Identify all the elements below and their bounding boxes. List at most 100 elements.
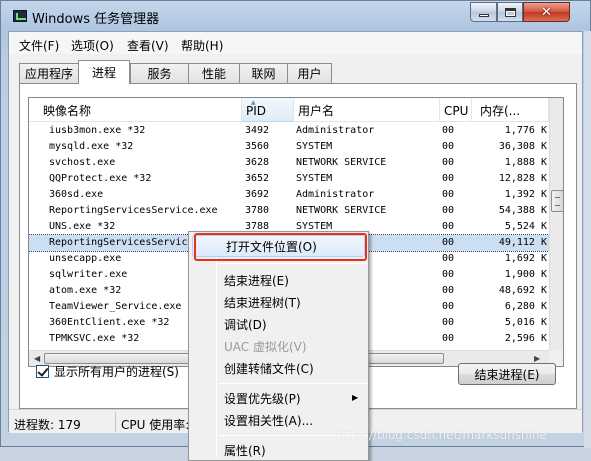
title-bar[interactable]: Windows 任务管理器 ✕: [1, 1, 591, 31]
process-user-cell: NETWORK SERVICE: [296, 157, 387, 168]
process-cpu-cell: 00: [442, 237, 455, 248]
process-cpu-cell: 00: [442, 253, 455, 264]
column-header-pid[interactable]: PID: [242, 98, 294, 122]
vertical-scrollbar[interactable]: [549, 98, 563, 350]
process-user-cell: Administrator: [296, 125, 375, 136]
task-manager-app-icon: [13, 10, 27, 22]
table-row[interactable]: mysqld.exe *32 3560 SYSTEM 00 36,308 K: [29, 139, 549, 155]
table-row[interactable]: iusb3mon.exe *32 3492 Administrator 00 1,776…: [29, 123, 549, 139]
show-all-users-label: 显示所有用户的进程(S): [54, 365, 179, 379]
process-cpu-cell: 00: [442, 269, 455, 280]
menu-bar: 文件(F) 选项(O) 查看(V) 帮助(H): [9, 32, 582, 54]
status-divider: [115, 412, 116, 432]
ctx-create-dump-file[interactable]: 创建转储文件(C): [224, 360, 314, 377]
process-pid-cell: 3692: [245, 189, 270, 200]
process-cpu-cell: 00: [442, 157, 455, 168]
scroll-left-icon[interactable]: ◀: [34, 354, 40, 363]
status-cpu-usage: CPU 使用率:: [121, 418, 190, 432]
process-memory-cell: 1,392 K: [504, 189, 547, 200]
table-row[interactable]: ReportingServicesService.exe 3780 NETWORK …: [29, 203, 549, 219]
process-user-cell: NETWORK SERVICE: [296, 205, 387, 216]
process-user-cell: SYSTEM: [296, 141, 333, 152]
process-name-cell: iusb3mon.exe *32: [49, 125, 146, 136]
menu-options[interactable]: 选项(O): [71, 37, 114, 54]
process-memory-cell: 54,388 K: [498, 205, 547, 216]
column-header-cpu[interactable]: CPU: [440, 98, 472, 122]
process-pid-cell: 3652: [245, 173, 270, 184]
scroll-right-icon[interactable]: ▶: [534, 354, 540, 363]
process-memory-cell: 48,692 K: [498, 285, 547, 296]
process-cpu-cell: 00: [442, 173, 455, 184]
context-menu-gutter: [216, 234, 217, 458]
process-pid-cell: 3492: [245, 125, 270, 136]
table-row[interactable]: 360sd.exe 3692 Administrator 00 1,392 K: [29, 187, 549, 203]
ctx-uac-virtualization: UAC 虚拟化(V): [224, 340, 307, 354]
ctx-set-priority[interactable]: 设置优先级(P): [224, 390, 301, 407]
end-process-button[interactable]: 结束进程(E): [458, 363, 556, 385]
background-window-edge: [584, 31, 591, 448]
sort-ascending-icon: ▲: [251, 99, 256, 106]
maximize-icon: [504, 7, 516, 17]
process-memory-cell: 1,900 K: [504, 269, 547, 280]
process-user-cell: Administrator: [296, 189, 375, 200]
close-icon: ✕: [541, 4, 552, 20]
table-row[interactable]: QQProtect.exe *32 3652 SYSTEM 00 12,828 K: [29, 171, 549, 187]
column-header-memory[interactable]: 内存(...: [472, 98, 549, 122]
column-header-pid-label: PID: [246, 104, 267, 118]
process-cpu-cell: 00: [442, 285, 455, 296]
process-memory-cell: 1,692 K: [504, 253, 547, 264]
ctx-end-process-tree[interactable]: 结束进程树(T): [224, 294, 301, 311]
process-name-cell: QQProtect.exe *32: [49, 173, 152, 184]
process-pid-cell: 3560: [245, 141, 270, 152]
context-menu: 打开文件位置(O) 结束进程(E) 结束进程树(T) 调试(D) UAC 虚拟化(V) 创…: [188, 231, 369, 461]
show-all-users-checkbox[interactable]: 显示所有用户的进程(S): [36, 363, 179, 380]
menu-separator: [219, 263, 367, 264]
menu-help[interactable]: 帮助(H): [181, 37, 223, 54]
process-cpu-cell: 00: [442, 205, 455, 216]
process-memory-cell: 1,776 K: [504, 125, 547, 136]
menu-file[interactable]: 文件(F): [19, 37, 59, 54]
process-name-cell: ReportingServicesService.exe: [49, 205, 218, 216]
column-header-user-name[interactable]: 用户名: [294, 98, 440, 122]
process-cpu-cell: 00: [442, 301, 455, 312]
menu-separator: [219, 383, 367, 384]
status-process-count: 进程数: 179: [14, 418, 81, 432]
ctx-properties[interactable]: 属性(R): [224, 442, 266, 459]
process-memory-cell: 1,888 K: [504, 157, 547, 168]
table-row[interactable]: svchost.exe 3628 NETWORK SERVICE 00 1,888 K: [29, 155, 549, 171]
process-user-cell: SYSTEM: [296, 173, 333, 184]
process-cpu-cell: 00: [442, 125, 455, 136]
process-name-cell: 360sd.exe: [49, 189, 104, 200]
process-memory-cell: 2,596 K: [504, 333, 547, 344]
process-memory-cell: 12,828 K: [498, 173, 547, 184]
minimize-icon: [478, 14, 489, 17]
vertical-scroll-thumb[interactable]: [551, 190, 563, 212]
tab-applications[interactable]: 应用程序: [19, 63, 79, 83]
minimize-button[interactable]: [470, 2, 497, 22]
column-header-image-name[interactable]: 映像名称: [29, 98, 242, 122]
process-memory-cell: 36,308 K: [498, 141, 547, 152]
process-memory-cell: 5,016 K: [504, 317, 547, 328]
watermark-text: https://blog.csdn.net/marksunshine: [334, 428, 547, 442]
close-button[interactable]: ✕: [523, 2, 570, 22]
tab-performance[interactable]: 性能: [188, 63, 240, 83]
list-header: 映像名称 PID 用户名 CPU 内存(... ▲: [29, 98, 549, 122]
maximize-button[interactable]: [497, 2, 523, 22]
menu-view[interactable]: 查看(V): [127, 37, 169, 54]
ctx-set-affinity[interactable]: 设置相关性(A)...: [224, 412, 313, 429]
process-name-cell: mysqld.exe *32: [49, 141, 134, 152]
tab-services[interactable]: 服务: [130, 63, 189, 83]
ctx-debug[interactable]: 调试(D): [224, 316, 267, 333]
process-pid-cell: 3628: [245, 157, 270, 168]
process-memory-cell: 6,280 K: [504, 301, 547, 312]
process-cpu-cell: 00: [442, 141, 455, 152]
process-name-cell: svchost.exe: [49, 157, 116, 168]
ctx-end-process[interactable]: 结束进程(E): [224, 272, 289, 289]
process-memory-cell: 49,112 K: [498, 237, 547, 248]
checkbox-checked-icon[interactable]: [36, 365, 49, 378]
ctx-open-file-location[interactable]: 打开文件位置(O): [192, 235, 365, 257]
submenu-arrow-icon: ▶: [352, 393, 359, 402]
tab-users[interactable]: 用户: [287, 63, 332, 83]
tab-networking[interactable]: 联网: [239, 63, 288, 83]
tab-processes[interactable]: 进程: [78, 60, 130, 84]
